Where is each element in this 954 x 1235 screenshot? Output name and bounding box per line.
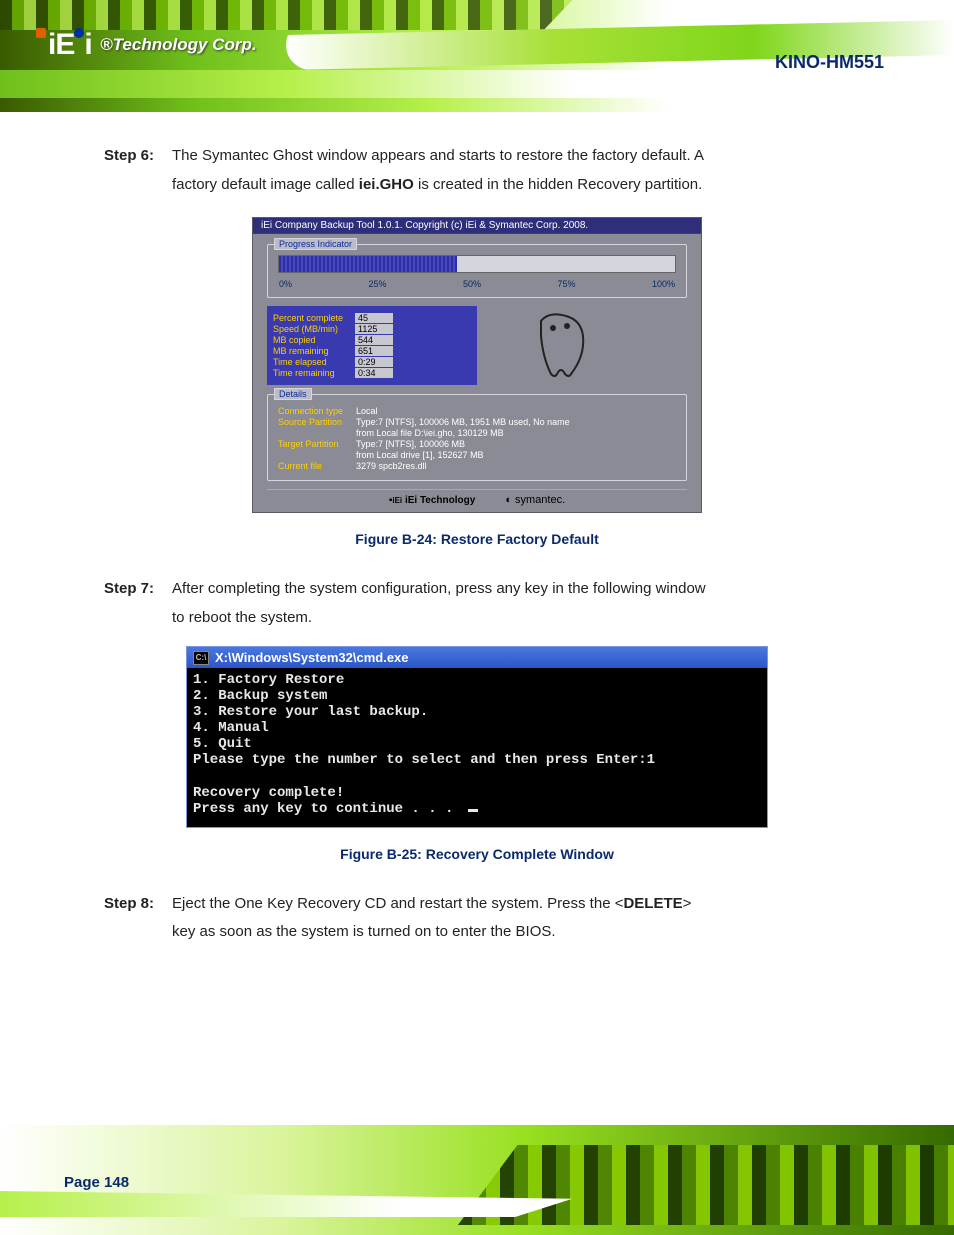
ghost-backup-screenshot: iEi Company Backup Tool 1.0.1. Copyright… <box>252 217 702 513</box>
step-8: Step 8: Eject the One Key Recovery CD an… <box>104 890 850 947</box>
footer-banner <box>0 1125 954 1235</box>
step-text: After completing the system configuratio… <box>172 575 706 632</box>
cursor-icon <box>468 809 478 812</box>
footer-swoosh <box>0 1191 572 1217</box>
progress-bar <box>278 255 676 273</box>
details-panel: Details Connection typeLocal Source Part… <box>267 394 687 481</box>
iei-logo-icon: iEi <box>36 28 92 62</box>
cmd-screenshot: C:\ X:\Windows\System32\cmd.exe 1. Facto… <box>186 646 768 828</box>
footer-iei-logo: ▪iEi iEi Technology <box>389 495 476 506</box>
progress-ticks: 0% 25% 50% 75% 100% <box>278 279 676 289</box>
step-text: The Symantec Ghost window appears and st… <box>172 142 704 199</box>
cmd-body: 1. Factory Restore 2. Backup system 3. R… <box>187 668 767 827</box>
document-title: KINO-HM551 <box>775 52 884 73</box>
progress-fill <box>279 256 457 272</box>
statistics-panel: Percent complete45 Speed (MB/min)1125 MB… <box>267 306 477 385</box>
step-label: Step 6: <box>104 142 154 171</box>
progress-panel: Progress Indicator 0% 25% 50% 75% 100% <box>267 244 687 298</box>
page-number: Page 148 <box>64 1174 129 1191</box>
header-banner: iEi ®Technology Corp. KINO-HM551 <box>0 0 954 112</box>
logo: iEi ®Technology Corp. <box>36 28 257 62</box>
ghost-titlebar: iEi Company Backup Tool 1.0.1. Copyright… <box>253 218 701 234</box>
figure-caption-24: Figure B-24: Restore Factory Default <box>104 531 850 547</box>
cmd-titlebar: C:\ X:\Windows\System32\cmd.exe <box>187 647 767 668</box>
details-panel-label: Details <box>274 388 312 400</box>
step-label: Step 8: <box>104 890 154 919</box>
step-text: Eject the One Key Recovery CD and restar… <box>172 890 691 947</box>
page-content: Step 6: The Symantec Ghost window appear… <box>0 112 954 947</box>
progress-panel-label: Progress Indicator <box>274 238 357 250</box>
step-6: Step 6: The Symantec Ghost window appear… <box>104 142 850 199</box>
step-label: Step 7: <box>104 575 154 604</box>
ghost-footer: ▪iEi iEi Technology ◐ symantec. <box>267 489 687 506</box>
cmd-title-text: X:\Windows\System32\cmd.exe <box>215 650 409 665</box>
footer-symantec-logo: ◐ symantec. <box>505 494 565 506</box>
brand-suffix: ®Technology Corp. <box>100 35 256 54</box>
step-7: Step 7: After completing the system conf… <box>104 575 850 632</box>
cmd-icon: C:\ <box>193 651 209 665</box>
header-swoosh-2 <box>0 70 954 98</box>
figure-caption-25: Figure B-25: Recovery Complete Window <box>104 846 850 862</box>
ghost-icon <box>521 306 601 386</box>
